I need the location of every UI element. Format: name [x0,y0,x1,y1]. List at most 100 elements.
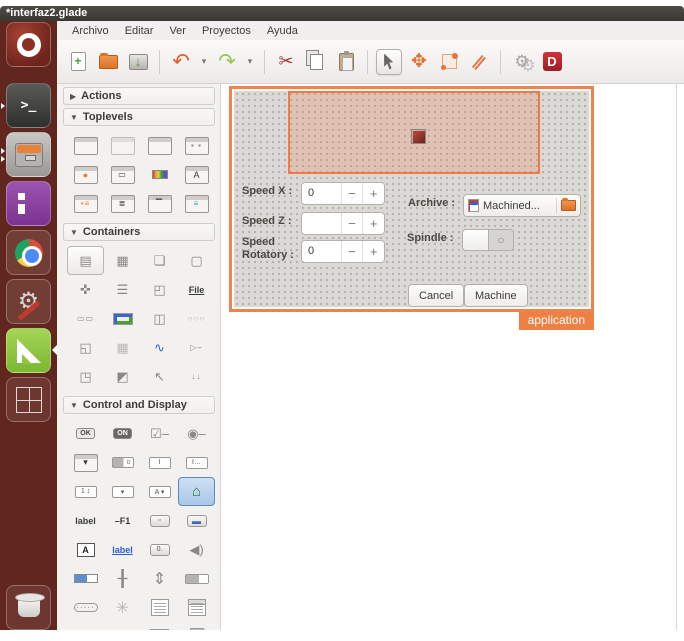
expander-palette-item[interactable]: ▷– [178,333,215,362]
calendar-palette-item[interactable] [141,622,178,630]
toolbar-open-project-button[interactable] [95,49,121,75]
text-view-palette-item[interactable] [141,593,178,622]
speed-x-spinbutton[interactable]: 0 − + [301,182,385,205]
viewport-palette-item[interactable]: ◳ [67,362,104,391]
list-box-palette-item[interactable]: ☰ [104,275,141,304]
archive-filechooser-button[interactable]: Machined... [463,194,581,217]
spinner-palette-item[interactable]: ✳ [104,593,141,622]
menu-ver[interactable]: Ver [162,23,193,39]
color-chooser-dialog-palette-item[interactable] [141,160,178,189]
switch-palette-item[interactable]: o [104,448,141,477]
spindle-switch[interactable]: ○ [462,229,514,251]
launcher-terminal[interactable]: >_ [1,83,51,128]
plus-button[interactable]: + [362,213,384,234]
toolbar-preferences-button[interactable]: ⚙ [509,49,535,75]
spin-button-palette-item[interactable]: 1 ↕ [67,477,104,506]
toolbar-drag-resize-button[interactable]: ✥ [406,49,432,75]
toolbar-save-project-button[interactable]: ↓ [125,49,151,75]
check-button-palette-item[interactable]: ☑– [141,419,178,448]
toolbar-select-widgets-button[interactable] [376,48,402,75]
accel-label-palette-item[interactable]: –F1 [104,506,141,535]
toolbar-palette-item[interactable] [104,304,141,333]
launcher-workspace-switcher[interactable] [6,377,51,422]
volume-button-palette-item[interactable]: ◀) [178,535,215,564]
search-entry-palette-item[interactable]: I… [178,448,215,477]
plus-button[interactable]: + [362,183,384,204]
about-dialog-palette-item[interactable]: ● [67,160,104,189]
password-entry-palette-item[interactable]: ····· [67,593,104,622]
menu-editar[interactable]: Editar [118,23,161,39]
palette-section-containers[interactable]: ▼ Containers [63,223,215,241]
speed-rotatory-value[interactable]: 0 [302,241,341,262]
size-group-palette-item[interactable]: ○○○ [178,304,215,333]
layout-palette-item[interactable]: ▦ [104,333,141,362]
launcher-glade[interactable] [6,328,57,373]
launcher-trash[interactable] [6,585,51,630]
overlay-palette-item[interactable]: ∿ [141,333,178,362]
link-button-palette-item[interactable]: label [104,535,141,564]
scale-button-palette-item[interactable]: 0. [141,535,178,564]
cancel-button[interactable]: Cancel [408,284,465,307]
launcher-file-manager[interactable] [1,132,51,177]
ok-button-palette-item[interactable]: OK [67,419,104,448]
switch-handle[interactable] [463,230,489,250]
toolbar-edit-alignment-button[interactable]: ∥ [466,49,492,75]
button-box-palette-item[interactable]: ▭▭ [67,304,104,333]
frame-palette-item[interactable]: ▢ [178,246,215,275]
button-palette-item[interactable]: ▫ [141,506,178,535]
toolbar-devhelp-button[interactable]: D [539,49,565,75]
image-palette-item[interactable]: ⌂ [178,477,215,506]
font-chooser-dialog-palette-item[interactable]: A [178,160,215,189]
palette-section-control-and-display[interactable]: ▼ Control and Display [63,396,215,414]
toolbar-new-project-button[interactable]: + [65,49,91,75]
message-dialog-palette-item[interactable]: ▪≡ [67,189,104,218]
tool-item-group-palette-item[interactable]: ↓↓ [178,362,215,391]
offscreen-window-palette-item[interactable] [141,131,178,160]
launcher-ubuntu-dash[interactable] [6,22,51,67]
entry-palette-item[interactable]: I [141,448,178,477]
menu-ayuda[interactable]: Ayuda [260,23,305,39]
label-palette-item[interactable]: label [67,506,104,535]
box-palette-item[interactable]: ▤ [67,246,104,275]
list-store-palette-item[interactable] [178,622,215,630]
menu-proyectos[interactable]: Proyectos [195,23,258,39]
dialog-palette-item[interactable]: ▪ ▪ [178,131,215,160]
toolbar-undo-menu-button[interactable]: ▾ [198,49,210,75]
grid-palette-item[interactable]: ▦ [104,246,141,275]
file-chooser-dialog-palette-item[interactable]: ≣ [104,189,141,218]
toolbar-undo-button[interactable]: ↶ [168,49,194,75]
file-chooser-button-palette-item[interactable]: File [178,275,215,304]
notebook-palette-item[interactable]: ❏ [141,246,178,275]
assistant-palette-item[interactable]: ▔ [141,189,178,218]
revealer-palette-item[interactable]: ↖ [141,362,178,391]
tree-view-palette-item[interactable] [178,593,215,622]
application-window-palette-item[interactable] [104,131,141,160]
machine-button[interactable]: Machine [464,284,528,307]
stack-palette-item[interactable]: ◩ [104,362,141,391]
launcher-system-settings[interactable]: ⚙ [6,279,51,324]
recent-chooser-dialog-palette-item[interactable]: ▭ [104,160,141,189]
widget-class-tag[interactable]: application [518,312,594,330]
icon-view-palette-item[interactable] [67,622,104,630]
fixed-palette-item[interactable]: ✜ [67,275,104,304]
minus-button[interactable]: − [340,183,363,204]
window-titlebar[interactable]: *interfaz2.glade [0,6,684,21]
radio-button-palette-item[interactable]: ◉– [178,419,215,448]
launcher-software-center[interactable] [6,181,51,226]
speed-rotatory-spinbutton[interactable]: 0 − + [301,240,385,263]
separator-palette-item[interactable] [104,622,141,630]
v-scale-palette-item[interactable]: ╂ [104,564,141,593]
toolbar-redo-button[interactable]: ↷ [214,49,240,75]
palette-section-toplevels[interactable]: ▼ Toplevels [63,108,215,126]
palette-section-actions[interactable]: ▶ Actions [63,87,215,105]
scrolled-window-palette-item[interactable]: ◱ [67,333,104,362]
aspect-frame-palette-item[interactable]: ◰ [141,275,178,304]
app-chooser-dialog-palette-item[interactable]: ≡ [178,189,215,218]
speed-x-value[interactable]: 0 [302,183,341,204]
paned-palette-item[interactable]: ◫ [141,304,178,333]
toggle-button-palette-item[interactable]: ON [104,419,141,448]
combo-box-text-palette-item[interactable]: A ▾ [141,477,178,506]
h-scrollbar-palette-item[interactable] [178,564,215,593]
toolbar-copy-button[interactable] [303,49,329,75]
level-bar-palette-item[interactable]: ⇕ [141,564,178,593]
